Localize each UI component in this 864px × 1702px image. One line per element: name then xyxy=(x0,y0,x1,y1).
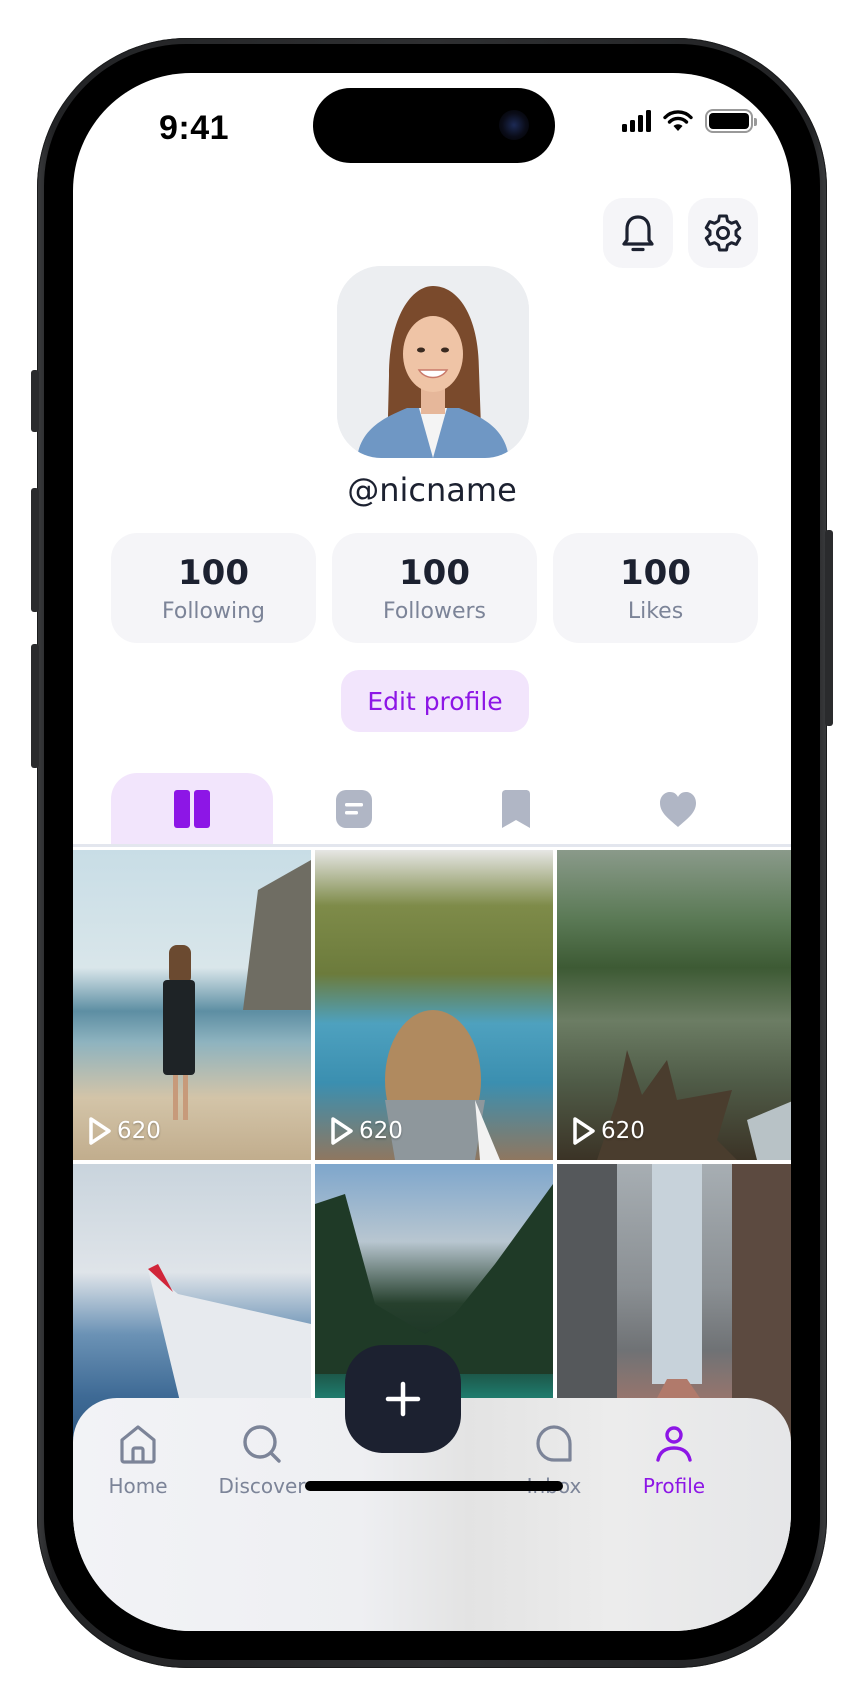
notifications-button[interactable] xyxy=(603,198,673,268)
stat-value: 100 xyxy=(399,552,470,593)
stat-label: Following xyxy=(161,598,266,624)
content-tabs xyxy=(111,773,791,845)
tab-posts[interactable] xyxy=(273,773,435,845)
stat-value: 100 xyxy=(178,552,249,593)
power-button xyxy=(825,530,833,726)
battery-icon xyxy=(705,109,757,133)
plus-icon xyxy=(385,1381,421,1417)
view-count-text: 620 xyxy=(601,1118,645,1144)
nav-label: Profile xyxy=(642,1474,706,1498)
home-indicator[interactable] xyxy=(305,1481,563,1491)
tabs-divider xyxy=(73,844,791,847)
volume-down-button xyxy=(31,644,39,768)
play-icon xyxy=(89,1117,111,1145)
status-icons xyxy=(622,109,757,133)
search-icon xyxy=(243,1425,281,1463)
screen: 9:41 @nicname 100 Following 100 Follower… xyxy=(73,73,791,1631)
stat-following[interactable]: 100 Following xyxy=(111,533,316,643)
stat-value: 100 xyxy=(620,552,691,593)
note-icon xyxy=(336,790,372,828)
camera-icon xyxy=(499,110,529,140)
home-icon xyxy=(120,1425,156,1464)
edit-profile-button[interactable]: Edit profile xyxy=(341,670,529,732)
stat-label: Likes xyxy=(627,598,684,624)
action-button xyxy=(31,370,39,432)
video-thumbnail[interactable]: 620 xyxy=(73,850,311,1160)
nav-label: Discover xyxy=(218,1474,306,1498)
thumbnail-art xyxy=(163,860,311,1120)
bell-icon xyxy=(622,215,654,252)
nav-label: Home xyxy=(108,1474,168,1498)
create-button[interactable] xyxy=(345,1345,461,1453)
tab-videos[interactable] xyxy=(111,773,273,845)
dynamic-island xyxy=(313,88,555,163)
gear-icon xyxy=(704,214,742,252)
stat-label: Followers xyxy=(382,598,487,624)
view-count: 620 xyxy=(329,1116,403,1146)
video-thumbnail[interactable]: 620 xyxy=(557,850,791,1160)
stats-row: 100 Following 100 Followers 100 Likes xyxy=(111,533,758,643)
heart-icon xyxy=(660,792,696,827)
nav-profile[interactable]: Profile xyxy=(619,1422,729,1498)
tab-saved[interactable] xyxy=(435,773,597,845)
video-thumbnail[interactable]: 620 xyxy=(315,850,553,1160)
play-icon xyxy=(331,1117,353,1145)
user-icon xyxy=(656,1426,692,1462)
nav-discover[interactable]: Discover xyxy=(207,1422,317,1498)
volume-up-button xyxy=(31,488,39,612)
tab-liked[interactable] xyxy=(597,773,759,845)
view-count-text: 620 xyxy=(359,1118,403,1144)
view-count: 620 xyxy=(87,1116,161,1146)
view-count: 620 xyxy=(571,1116,645,1146)
view-count-text: 620 xyxy=(117,1118,161,1144)
chat-icon xyxy=(536,1425,572,1462)
bookmark-icon xyxy=(502,790,530,828)
grid-columns-icon xyxy=(174,790,210,828)
signal-icon xyxy=(622,110,651,132)
nav-home[interactable]: Home xyxy=(83,1422,193,1498)
stat-followers[interactable]: 100 Followers xyxy=(332,533,537,643)
username: @nicname xyxy=(347,471,517,509)
thumbnail-art xyxy=(597,1050,791,1160)
avatar-photo xyxy=(337,266,529,458)
avatar[interactable] xyxy=(337,266,529,458)
status-time: 9:41 xyxy=(159,109,230,147)
stat-likes[interactable]: 100 Likes xyxy=(553,533,758,643)
play-icon xyxy=(573,1117,595,1145)
wifi-icon xyxy=(663,110,693,131)
settings-button[interactable] xyxy=(688,198,758,268)
thumbnail-art xyxy=(385,1010,500,1160)
